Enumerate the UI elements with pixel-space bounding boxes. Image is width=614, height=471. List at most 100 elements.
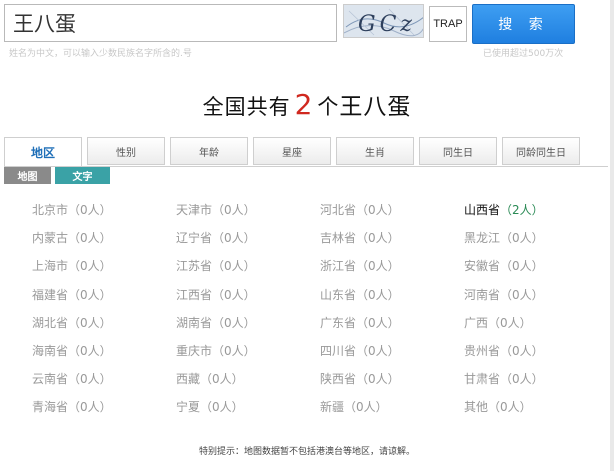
region-item[interactable]: 广东省（0人） <box>320 313 400 333</box>
region-name: 湖南省 <box>176 315 213 330</box>
region-row: 内蒙古（0人） 辽宁省（0人） 吉林省（0人） 黑龙江（0人） <box>32 228 592 256</box>
region-row: 上海市（0人） 江苏省（0人） 浙江省（0人） 安徽省（0人） <box>32 256 592 284</box>
region-count: （0人） <box>500 343 544 358</box>
region-count: （0人） <box>68 343 112 358</box>
region-item[interactable]: 辽宁省（0人） <box>176 228 256 248</box>
region-count: （0人） <box>212 315 256 330</box>
region-name: 贵州省 <box>464 343 501 358</box>
region-item[interactable]: 河南省（0人） <box>464 285 544 305</box>
region-item[interactable]: 山西省（2人） <box>464 200 544 220</box>
name-search-input[interactable] <box>4 4 337 42</box>
region-item[interactable]: 西藏（0人） <box>176 369 244 389</box>
region-item[interactable]: 陕西省（0人） <box>320 369 400 389</box>
region-item[interactable]: 福建省（0人） <box>32 285 112 305</box>
tab-age[interactable]: 年龄 <box>170 137 248 165</box>
region-name: 海南省 <box>32 343 69 358</box>
region-name: 广东省 <box>320 315 357 330</box>
tab-zodiac[interactable]: 生肖 <box>336 137 414 165</box>
region-count: （0人） <box>488 400 532 415</box>
region-item[interactable]: 甘肃省（0人） <box>464 369 544 389</box>
tab-constellation[interactable]: 星座 <box>253 137 331 165</box>
region-name: 北京市 <box>32 203 69 217</box>
region-item[interactable]: 贵州省（0人） <box>464 341 544 361</box>
region-name: 其他 <box>464 400 489 415</box>
region-count: （0人） <box>68 400 112 415</box>
region-item[interactable]: 安徽省（0人） <box>464 256 544 276</box>
region-count: （0人） <box>500 287 544 302</box>
region-name: 山西省 <box>464 203 501 217</box>
region-item[interactable]: 上海市（0人） <box>32 256 112 276</box>
region-item[interactable]: 浙江省（0人） <box>320 256 400 276</box>
tab-same-age-birthday[interactable]: 同龄同生日 <box>502 137 580 165</box>
stat-tabs: 地区 性别 年龄 星座 生肖 同生日 同龄同生日 <box>4 137 608 167</box>
region-name: 山东省 <box>320 287 357 302</box>
region-row: 福建省（0人） 江西省（0人） 山东省（0人） 河南省（0人） <box>32 285 592 313</box>
search-button[interactable]: 搜 索 <box>472 4 575 44</box>
region-name: 陕西省 <box>320 372 357 387</box>
region-count: （0人） <box>68 259 112 274</box>
region-name: 宁夏 <box>176 400 201 415</box>
region-item[interactable]: 天津市（0人） <box>176 200 256 220</box>
region-list: 北京市（0人） 天津市（0人） 河北省（0人） 山西省（2人） 内蒙古（0人） 辽宁省（0… <box>32 200 592 426</box>
tab-same-birthday[interactable]: 同生日 <box>419 137 497 165</box>
region-name: 广西 <box>464 315 489 330</box>
footer-note: 特别提示：地图数据暂不包括港澳台等地区，请谅解。 <box>198 447 415 457</box>
region-item[interactable]: 北京市（0人） <box>32 200 112 220</box>
headline-name: 王八蛋 <box>339 94 412 120</box>
captcha-text: GCz <box>358 12 416 37</box>
region-item[interactable]: 四川省（0人） <box>320 341 400 361</box>
region-item[interactable]: 青海省（0人） <box>32 397 112 417</box>
region-item[interactable]: 江西省（0人） <box>176 285 256 305</box>
result-headline: 全国共有 2 个王八蛋 <box>0 87 614 121</box>
captcha-image: GCz <box>343 4 424 38</box>
region-count: （0人） <box>356 372 400 387</box>
region-item[interactable]: 内蒙古（0人） <box>32 228 112 248</box>
region-item[interactable]: 海南省（0人） <box>32 341 112 361</box>
region-count: （0人） <box>500 231 544 246</box>
scrollbar-edge[interactable] <box>610 0 614 471</box>
region-count: （0人） <box>212 259 256 274</box>
trap-label: TRAP <box>429 6 467 42</box>
region-name: 湖北省 <box>32 315 69 330</box>
region-name: 福建省 <box>32 287 69 302</box>
region-count: （0人） <box>356 259 400 274</box>
region-count: （0人） <box>356 287 400 302</box>
input-hint: 姓名为中文，可以输入少数民族名字所含的.号 <box>9 49 192 59</box>
region-count: （0人） <box>356 203 400 217</box>
region-name: 甘肃省 <box>464 372 501 387</box>
region-item[interactable]: 重庆市（0人） <box>176 341 256 361</box>
region-item[interactable]: 湖南省（0人） <box>176 313 256 333</box>
region-name: 西藏 <box>176 372 201 387</box>
tab-region[interactable]: 地区 <box>4 137 82 167</box>
region-item[interactable]: 吉林省（0人） <box>320 228 400 248</box>
region-item[interactable]: 河北省（0人） <box>320 200 400 220</box>
region-count: （0人） <box>356 315 400 330</box>
region-count: （0人） <box>212 203 256 217</box>
region-count: （0人） <box>68 315 112 330</box>
region-count: （0人） <box>212 343 256 358</box>
region-count: （0人） <box>68 203 112 217</box>
region-item[interactable]: 山东省（0人） <box>320 285 400 305</box>
region-name: 黑龙江 <box>464 231 501 246</box>
region-item[interactable]: 湖北省（0人） <box>32 313 112 333</box>
region-item[interactable]: 广西（0人） <box>464 313 532 333</box>
region-name: 浙江省 <box>320 259 357 274</box>
region-name: 天津市 <box>176 203 213 217</box>
region-count: （2人） <box>500 203 544 217</box>
region-item[interactable]: 其他（0人） <box>464 397 532 417</box>
region-name: 江西省 <box>176 287 213 302</box>
region-row: 北京市（0人） 天津市（0人） 河北省（0人） 山西省（2人） <box>32 200 592 228</box>
region-name: 上海市 <box>32 259 69 274</box>
region-item[interactable]: 黑龙江（0人） <box>464 228 544 248</box>
region-item[interactable]: 江苏省（0人） <box>176 256 256 276</box>
region-name: 重庆市 <box>176 343 213 358</box>
region-item[interactable]: 云南省（0人） <box>32 369 112 389</box>
tab-gender[interactable]: 性别 <box>87 137 165 165</box>
map-view-button[interactable]: 地图 <box>4 167 51 184</box>
region-name: 新疆 <box>320 400 345 415</box>
region-count: （0人） <box>68 287 112 302</box>
region-item[interactable]: 宁夏（0人） <box>176 397 244 417</box>
region-item[interactable]: 新疆（0人） <box>320 397 388 417</box>
text-view-button[interactable]: 文字 <box>55 167 110 184</box>
region-count: （0人） <box>68 372 112 387</box>
